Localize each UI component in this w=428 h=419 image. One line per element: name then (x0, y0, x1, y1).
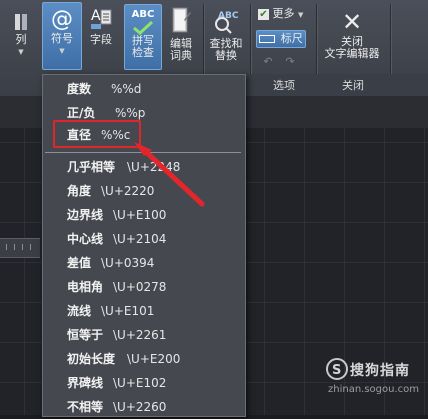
annotation-arrow-icon (134, 142, 205, 207)
column-icon (15, 14, 27, 30)
spell-check-button[interactable]: ABC 拼写 检查 (124, 4, 162, 70)
group-options-label: 选项 (273, 79, 295, 92)
watermark-url: zhinan.sogou.com (328, 384, 420, 395)
menu-item-name: 度数 (67, 82, 92, 96)
symbol-menu: 度数 %%d 正/负 %%p 直径 %%c 几乎相等 \U+2248 角度 \U… (42, 74, 246, 417)
menu-item-code: %%d (111, 82, 142, 96)
watermark-brand: 搜狗指南 (350, 363, 410, 379)
ruler-label: 标尺 (280, 32, 303, 45)
chevron-down-icon: ▼ (18, 48, 24, 56)
menu-item-name: 几乎相等 (67, 160, 116, 174)
menu-item-code: \U+2104 (113, 232, 167, 246)
find-replace-icon: ABC (215, 11, 239, 34)
ruler-handle[interactable] (0, 238, 40, 258)
menu-item-electrical-phase[interactable]: 电相角 \U+0278 (43, 275, 245, 299)
menu-item-name: 不相等 (67, 400, 104, 414)
menu-item-monument-line[interactable]: 界碑线 \U+E102 (43, 371, 245, 395)
symbol-button[interactable]: @ 符号 ▼ (42, 2, 82, 70)
checkmark-icon (133, 21, 154, 35)
menu-item-code: \U+0278 (113, 280, 167, 294)
ruler-icon (259, 35, 276, 43)
more-dropdown[interactable]: ✔ 更多 ▼ (258, 8, 314, 21)
menu-item-name: 差值 (67, 256, 92, 270)
dictionary-icon (172, 7, 191, 33)
close-icon: ✕ (341, 8, 363, 36)
menu-item-code: \U+2261 (113, 328, 167, 342)
menu-item-name: 流线 (67, 304, 92, 318)
diameter-highlight-box (53, 120, 141, 148)
find-replace-label: 查找和 替换 (209, 37, 243, 62)
find-replace-button[interactable]: ABC 查找和 替换 (206, 6, 246, 62)
svg-text:S: S (332, 363, 341, 378)
menu-item-initial-length[interactable]: 初始长度 \U+E200 (43, 347, 245, 371)
chevron-down-icon: ▼ (59, 47, 65, 55)
field-button[interactable]: A 字段 (84, 6, 118, 46)
column-label: 列 (15, 33, 27, 46)
menu-item-code: \U+E101 (101, 304, 155, 318)
menu-item-name: 恒等于 (67, 328, 104, 342)
svg-text:A: A (91, 8, 101, 24)
more-label: 更多 (272, 7, 295, 20)
column-button[interactable]: 列 ▼ (8, 12, 34, 58)
menu-item-name: 电相角 (67, 280, 104, 294)
undo-icon[interactable]: ↶ (258, 56, 278, 68)
group-close-label: 关闭 (342, 79, 364, 92)
svg-text:ABC: ABC (218, 11, 239, 21)
symbol-label: 符号 (51, 32, 73, 45)
menu-item-flow-line[interactable]: 流线 \U+E101 (43, 299, 245, 323)
menu-item-not-equal[interactable]: 不相等 \U+2260 (43, 395, 245, 419)
ruler-toggle[interactable]: 标尺 (256, 30, 306, 48)
menu-item-center-line[interactable]: 中心线 \U+2104 (43, 227, 245, 251)
menu-item-delta[interactable]: 差值 \U+0394 (43, 251, 245, 275)
sogou-logo-icon: S (326, 358, 348, 380)
spell-check-label: 拼写 检查 (132, 34, 154, 59)
at-symbol-icon: @ (51, 7, 73, 32)
close-text-editor-label: 关闭 文字编辑器 (324, 35, 380, 60)
edit-dictionary-button[interactable]: 编辑 词典 (164, 6, 198, 62)
field-label: 字段 (90, 33, 112, 46)
menu-item-name: 界碑线 (67, 376, 104, 390)
menu-item-code: \U+E102 (113, 376, 167, 390)
checkbox-icon: ✔ (258, 8, 269, 20)
menu-item-name: 中心线 (67, 232, 104, 246)
menu-item-name: 边界线 (67, 208, 104, 222)
chevron-down-icon: ▼ (298, 11, 304, 19)
menu-item-code: \U+E200 (127, 352, 181, 366)
menu-item-degree[interactable]: 度数 %%d (43, 77, 245, 101)
menu-item-name: 初始长度 (67, 352, 116, 366)
menu-item-code: \U+2260 (113, 400, 167, 414)
spell-check-text: ABC (131, 9, 155, 20)
field-icon: A (91, 8, 112, 29)
menu-item-identity[interactable]: 恒等于 \U+2261 (43, 323, 245, 347)
menu-item-code: \U+0394 (101, 256, 155, 270)
menu-item-name: 角度 (67, 184, 92, 198)
close-text-editor-button[interactable]: ✕ 关闭 文字编辑器 (320, 8, 384, 60)
edit-dictionary-label: 编辑 词典 (170, 37, 192, 62)
redo-icon[interactable]: ↷ (280, 56, 300, 68)
watermark: S 搜狗指南 zhinan.sogou.com (326, 356, 424, 406)
